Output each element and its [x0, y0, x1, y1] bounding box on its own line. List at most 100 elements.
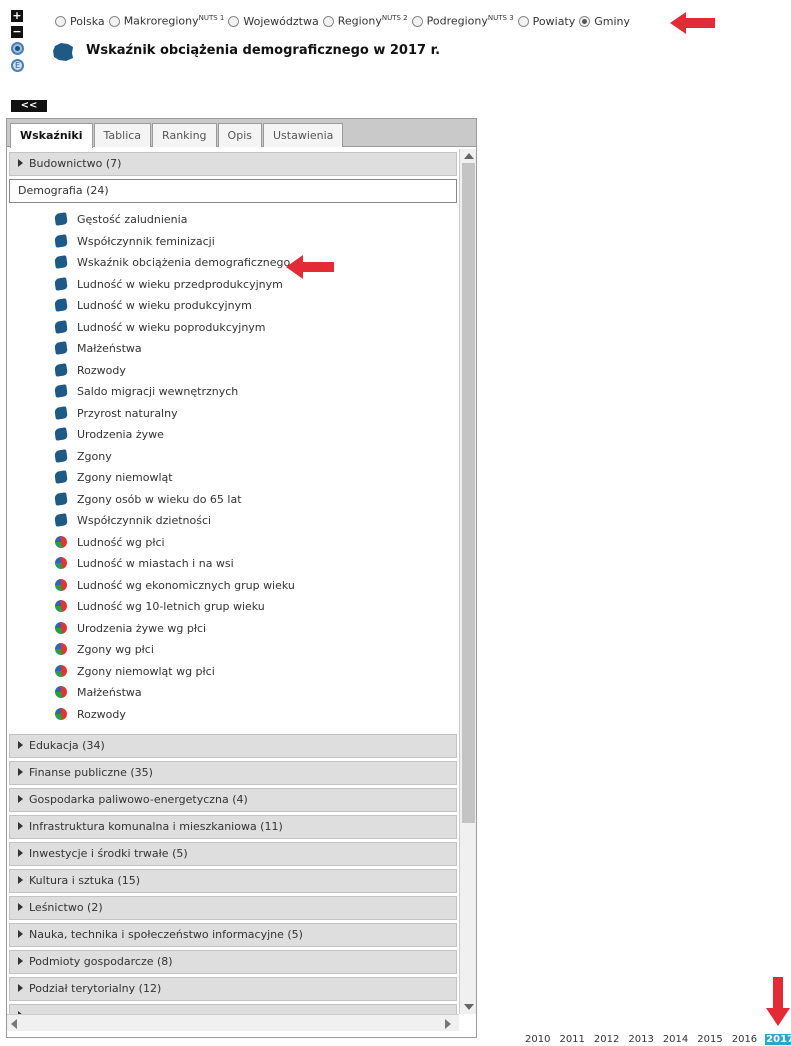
category-label: Edukacja (34) — [29, 739, 105, 752]
indicator-item[interactable]: Przyrost naturalny — [7, 403, 459, 425]
category-header[interactable]: Leśnictwo (2) — [9, 896, 457, 920]
indicator-label: Współczynnik dzietności — [77, 514, 212, 527]
radio-button[interactable] — [108, 15, 120, 27]
scroll-right-icon[interactable] — [445, 1019, 451, 1029]
indicator-item[interactable]: Ludność wg ekonomicznych grup wieku — [7, 575, 459, 597]
indicator-list: Gęstość zaludnienia Współczynnik feminiza… — [7, 203, 459, 731]
pie-chart-icon — [55, 707, 67, 720]
vertical-scrollbar[interactable] — [459, 149, 476, 1014]
zoom-in-button[interactable]: + — [11, 10, 23, 22]
year-2015[interactable]: 2015 — [696, 1034, 723, 1045]
zoom-out-button[interactable]: − — [11, 26, 23, 38]
indicator-label: Przyrost naturalny — [77, 406, 178, 420]
indicator-item[interactable]: Gęstość zaludnienia — [7, 209, 459, 231]
indicator-item[interactable]: Zgony niemowląt wg płci — [7, 661, 459, 683]
year-selector: 2010 2011 2012 2013 2014 2015 2016 2017 — [517, 1034, 791, 1045]
level-option-gminy[interactable]: Gminy — [579, 15, 630, 28]
indicator-item[interactable]: Ludność w wieku produkcyjnym — [7, 295, 459, 317]
tab-ranking[interactable]: Ranking — [152, 123, 217, 147]
indicator-item[interactable]: Wskaźnik obciążenia demograficznego — [7, 252, 459, 274]
tab-ustawienia[interactable]: Ustawienia — [262, 123, 344, 147]
scroll-down-icon[interactable] — [464, 1004, 474, 1010]
category-header[interactable]: Gospodarka paliwowo-energetyczna (4) — [9, 788, 457, 812]
indicator-item[interactable]: Małżeństwa — [7, 338, 459, 360]
category-header[interactable]: Infrastruktura komunalna i mieszkaniowa … — [9, 815, 457, 839]
indicator-item[interactable]: Współczynnik dzietności — [7, 510, 459, 532]
year-2016[interactable]: 2016 — [731, 1034, 758, 1045]
horizontal-scrollbar[interactable] — [7, 1014, 459, 1031]
category-header[interactable]: Kultura i sztuka (15) — [9, 869, 457, 893]
map-icon — [54, 255, 68, 269]
category-header[interactable]: Podmioty gospodarcze (8) — [9, 950, 457, 974]
scroll-left-icon[interactable] — [11, 1019, 17, 1029]
radio-button[interactable] — [55, 15, 66, 27]
radio-button[interactable] — [579, 15, 591, 27]
map-mode-icon[interactable] — [11, 42, 24, 55]
map-icon — [54, 384, 68, 398]
radio-button[interactable] — [411, 15, 423, 27]
tab-wskaźniki[interactable]: Wskaźniki — [10, 123, 93, 148]
indicator-item[interactable]: Współczynnik feminizacji — [7, 231, 459, 253]
indicator-item[interactable]: Ludność w miastach i na wsi — [7, 553, 459, 575]
category-header[interactable]: Podział terytorialny (12) — [9, 977, 457, 1001]
level-option-makroregiony[interactable]: MakroregionyNUTS 1 — [108, 14, 224, 28]
indicator-item[interactable]: Rozwody — [7, 360, 459, 382]
scroll-up-icon[interactable] — [464, 153, 474, 159]
level-option-polska[interactable]: Polska — [55, 15, 105, 28]
page-title: Wskaźnik obciążenia demograficznego w 20… — [86, 43, 441, 58]
year-2011[interactable]: 2011 — [558, 1034, 585, 1045]
category-header[interactable]: Finanse publiczne (35) — [9, 761, 457, 785]
radio-button[interactable] — [322, 15, 334, 27]
indicator-item[interactable]: Małżeństwa — [7, 682, 459, 704]
category-header[interactable]: Inwestycje i środki trwałe (5) — [9, 842, 457, 866]
pie-chart-icon — [55, 557, 67, 569]
map-icon — [54, 276, 68, 291]
radio-button[interactable] — [517, 15, 529, 27]
collapse-panel-button[interactable]: << — [11, 100, 47, 112]
map-icon — [54, 491, 68, 506]
indicator-item[interactable]: Ludność w wieku poprodukcyjnym — [7, 317, 459, 339]
expand-arrow-icon — [18, 849, 23, 857]
level-label: Regiony — [337, 14, 382, 28]
indicator-item[interactable]: Saldo migracji wewnętrznych — [7, 381, 459, 403]
indicator-item[interactable]: Ludność wg 10-letnich grup wieku — [7, 596, 459, 618]
indicator-label: Urodzenia żywe — [77, 428, 164, 441]
category-header[interactable]: Budownictwo (7) — [9, 152, 457, 176]
radio-button[interactable] — [228, 15, 240, 27]
e-mode-button[interactable]: E — [11, 59, 24, 72]
indicator-item[interactable]: Urodzenia żywe wg płci — [7, 618, 459, 640]
tab-bar: Wskaźniki Tablica Ranking Opis Ustawienia — [7, 119, 476, 148]
category-header[interactable]: Edukacja (34) — [9, 734, 457, 758]
indicator-item[interactable]: Zgony wg płci — [7, 639, 459, 661]
indicator-item[interactable]: Ludność wg płci — [7, 532, 459, 554]
indicator-item[interactable]: Rozwody — [7, 704, 459, 726]
indicator-item[interactable]: Zgony niemowląt — [7, 467, 459, 489]
poland-map-icon — [53, 43, 73, 61]
level-option-województwa[interactable]: Województwa — [228, 15, 319, 28]
year-2014[interactable]: 2014 — [662, 1034, 689, 1045]
tab-tablica[interactable]: Tablica — [93, 123, 152, 147]
scroll-thumb[interactable] — [462, 163, 475, 823]
year-2010[interactable]: 2010 — [524, 1034, 551, 1045]
pie-chart-icon — [55, 686, 67, 698]
indicator-label: Rozwody — [77, 707, 126, 721]
category-header[interactable]: Demografia (24) — [9, 179, 457, 203]
category-header[interactable] — [9, 1004, 457, 1014]
indicator-label: Ludność w wieku przedprodukcyjnym — [77, 277, 283, 291]
indicator-item[interactable]: Ludność w wieku przedprodukcyjnym — [7, 274, 459, 296]
pie-chart-icon — [55, 664, 67, 677]
indicator-item[interactable]: Urodzenia żywe — [7, 424, 459, 446]
level-option-podregiony[interactable]: PodregionyNUTS 3 — [411, 14, 514, 28]
year-2017[interactable]: 2017 — [765, 1034, 791, 1045]
level-option-regiony[interactable]: RegionyNUTS 2 — [322, 14, 408, 28]
level-label: Makroregiony — [123, 14, 199, 28]
year-2012[interactable]: 2012 — [593, 1034, 620, 1045]
indicator-item[interactable]: Zgony osób w wieku do 65 lat — [7, 489, 459, 511]
pie-chart-icon — [55, 600, 67, 612]
category-label: Podmioty gospodarcze (8) — [29, 955, 173, 968]
indicator-item[interactable]: Zgony — [7, 446, 459, 468]
category-header[interactable]: Nauka, technika i społeczeństwo informac… — [9, 923, 457, 947]
tab-opis[interactable]: Opis — [217, 123, 262, 147]
year-2013[interactable]: 2013 — [627, 1034, 654, 1045]
level-option-powiaty[interactable]: Powiaty — [517, 15, 575, 28]
